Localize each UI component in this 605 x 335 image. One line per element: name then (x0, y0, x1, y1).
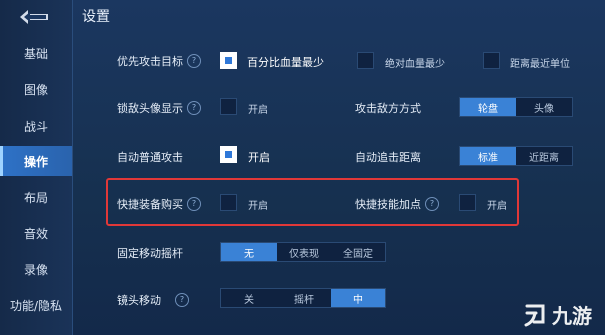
auto-attack-label: 自动普通攻击 (117, 151, 183, 164)
sidebar-item-sound[interactable]: 音效 (0, 218, 72, 248)
auto-chase-standard[interactable]: 标准 (460, 147, 516, 165)
sidebar-item-battle[interactable]: 战斗 (0, 111, 72, 141)
fixed-joystick-full[interactable]: 全固定 (331, 243, 385, 261)
fixed-joystick-segmented: 无 仅表现 全固定 (220, 242, 386, 262)
sidebar-item-label: 基础 (23, 46, 48, 61)
sidebar-item-label: 音效 (23, 226, 48, 241)
quick-buy-option-label: 开启 (248, 201, 268, 212)
camera-move-text: 镜头移动 (117, 294, 161, 307)
help-icon[interactable]: ? (187, 54, 201, 68)
target-nearest-checkbox[interactable] (483, 52, 500, 69)
fixed-joystick-label: 固定移动摇杆 (117, 247, 183, 260)
sidebar-item-label: 战斗 (23, 119, 48, 134)
target-lowest-absolute-label: 绝对血量最少 (385, 59, 445, 70)
sidebar-item-label: 图像 (23, 82, 48, 97)
auto-attack-option-label: 开启 (248, 151, 270, 164)
sidebar-item-controls[interactable]: 操作 (0, 146, 72, 176)
camera-move-off[interactable]: 关 (221, 289, 277, 307)
sidebar-item-privacy[interactable]: 功能/隐私 (0, 290, 72, 320)
sidebar-item-label: 功能/隐私 (9, 298, 63, 313)
camera-move-joystick[interactable]: 摇杆 (277, 289, 331, 307)
quick-skill-text: 快捷技能加点 (355, 198, 421, 211)
quick-buy-checkbox[interactable] (220, 194, 237, 211)
help-icon[interactable]: ? (175, 293, 189, 307)
watermark: 九游 (522, 300, 592, 329)
attack-mode-avatar[interactable]: 头像 (516, 98, 572, 116)
auto-chase-label: 自动追击距离 (355, 151, 421, 164)
attack-mode-label: 攻击敌方方式 (355, 102, 421, 115)
help-icon[interactable]: ? (425, 197, 439, 211)
sidebar-item-basic[interactable]: 基础 (0, 38, 72, 68)
auto-chase-close[interactable]: 近距离 (516, 147, 572, 165)
target-priority-text: 优先攻击目标 (117, 55, 183, 68)
page-title: 设置 (82, 9, 110, 25)
auto-chase-segmented: 标准 近距离 (459, 146, 573, 166)
watermark-logo-icon (524, 304, 545, 326)
sidebar-item-label: 操作 (23, 154, 48, 169)
target-lowest-percent-checkbox[interactable] (220, 52, 237, 69)
fixed-joystick-visual[interactable]: 仅表现 (277, 243, 331, 261)
quick-skill-label: 快捷技能加点 ? (355, 196, 439, 212)
target-lowest-percent-label: 百分比血量最少 (247, 56, 324, 69)
target-priority-label: 优先攻击目标 ? (117, 53, 201, 69)
lock-avatar-option-label: 开启 (248, 105, 268, 116)
sidebar-item-label: 布局 (23, 190, 48, 205)
sidebar-item-label: 录像 (23, 262, 48, 277)
lock-avatar-checkbox[interactable] (220, 98, 237, 115)
fixed-joystick-none[interactable]: 无 (221, 243, 277, 261)
back-button[interactable] (8, 6, 60, 28)
back-arrow-icon (20, 10, 48, 24)
quick-buy-label: 快捷装备购买 ? (117, 196, 201, 212)
target-lowest-absolute-checkbox[interactable] (357, 52, 374, 69)
quick-buy-text: 快捷装备购买 (117, 198, 183, 211)
watermark-text: 九游 (552, 304, 592, 328)
help-icon[interactable]: ? (187, 197, 201, 211)
settings-screen: 基础 图像 战斗 操作 布局 音效 录像 功能/隐私 设置 优先攻击目标 ? 百… (0, 0, 605, 335)
attack-mode-segmented: 轮盘 头像 (459, 97, 573, 117)
camera-move-label: 镜头移动 ? (117, 292, 189, 308)
lock-avatar-text: 锁敌头像显示 (117, 102, 183, 115)
sidebar: 基础 图像 战斗 操作 布局 音效 录像 功能/隐私 (0, 0, 73, 335)
lock-avatar-label: 锁敌头像显示 ? (117, 100, 201, 116)
camera-move-medium[interactable]: 中 (331, 289, 385, 307)
quick-skill-checkbox[interactable] (459, 194, 476, 211)
camera-move-segmented: 关 摇杆 中 (220, 288, 386, 308)
help-icon[interactable]: ? (187, 101, 201, 115)
sidebar-item-graphics[interactable]: 图像 (0, 74, 72, 104)
attack-mode-wheel[interactable]: 轮盘 (460, 98, 516, 116)
sidebar-item-layout[interactable]: 布局 (0, 182, 72, 212)
quick-skill-option-label: 开启 (487, 201, 507, 212)
target-nearest-label: 距离最近单位 (510, 59, 570, 70)
sidebar-item-replay[interactable]: 录像 (0, 254, 72, 284)
auto-attack-checkbox[interactable] (220, 146, 237, 163)
